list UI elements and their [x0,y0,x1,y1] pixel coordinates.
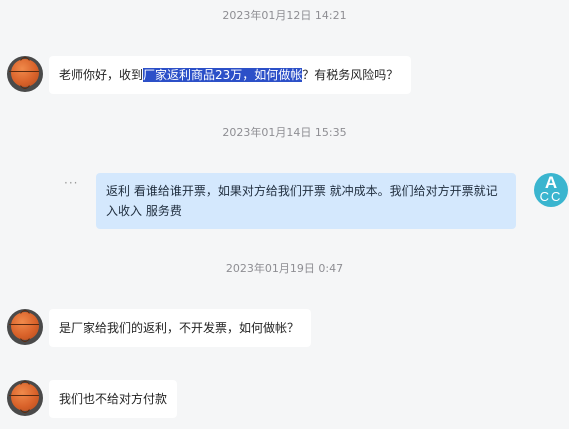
avatar-initials: CC [539,189,563,204]
more-options-icon[interactable]: ··· [64,177,78,189]
avatar[interactable]: A CC [534,173,568,207]
basketball-icon [9,57,39,89]
message-text: 是厂家给我们的返利，不开发票，如何做帐？ [59,321,300,335]
avatar[interactable] [7,309,43,345]
message-bubble[interactable]: 我们也不给对方付款 [49,380,177,418]
avatar[interactable] [7,56,43,92]
message-timestamp: 2023年01月19日 0:47 [225,262,344,275]
basketball-icon [9,381,39,413]
message-text: 返利 看谁给谁开票，如果对方给我们开票 就冲成本。我们给对方开票就记入收入 服务… [106,184,498,218]
message-bubble[interactable]: 是厂家给我们的返利，不开发票，如何做帐？ [49,309,311,347]
avatar[interactable] [7,380,43,416]
message-text: ？有税务风险吗？ [302,68,399,82]
message-bubble[interactable]: 返利 看谁给谁开票，如果对方给我们开票 就冲成本。我们给对方开票就记入收入 服务… [96,173,516,229]
message-bubble[interactable]: 老师你好，收到厂家返利商品23万，如何做帐？有税务风险吗？ [49,56,411,94]
message-timestamp: 2023年01月12日 14:21 [222,9,347,22]
chat-history: 2023年01月12日 14:21 老师你好，收到厂家返利商品23万，如何做帐？… [0,0,569,429]
message-text: 老师你好，收到 [59,68,144,82]
message-timestamp: 2023年01月14日 15:35 [222,126,347,139]
basketball-icon [9,310,39,342]
selected-text: 厂家返利商品23万，如何做帐 [143,68,303,82]
message-text: 我们也不给对方付款 [59,392,168,406]
